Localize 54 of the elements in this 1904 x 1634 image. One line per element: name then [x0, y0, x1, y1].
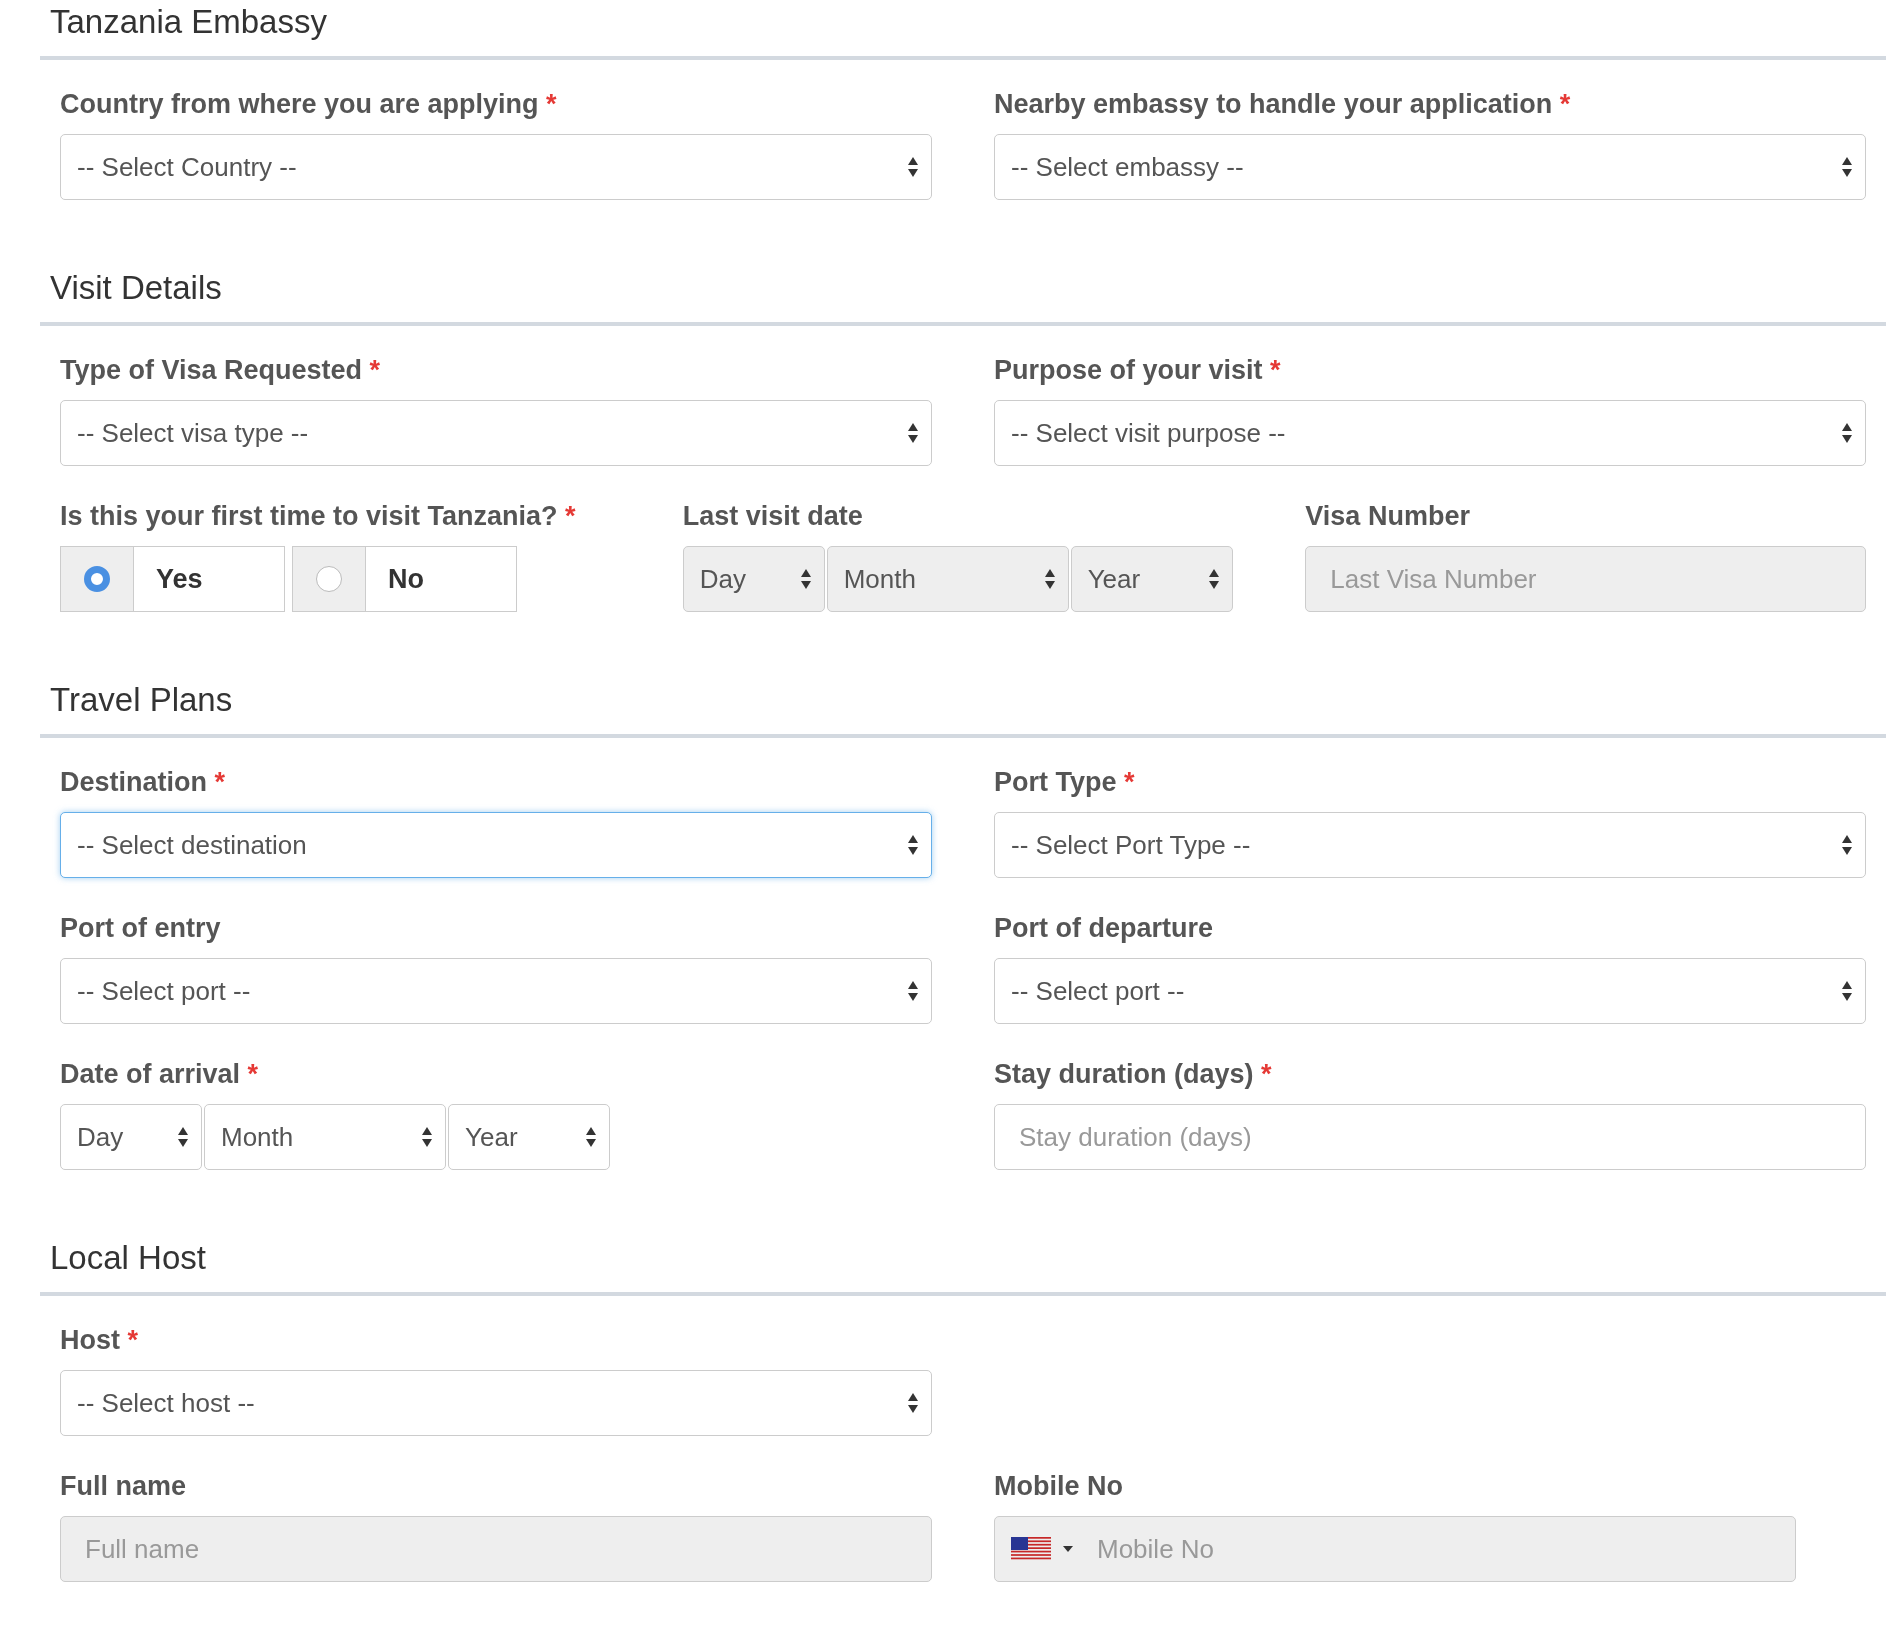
field-label: Country from where you are applying * [60, 88, 558, 120]
up-down-arrows-icon [799, 567, 812, 591]
up-down-arrows-icon [421, 1125, 433, 1149]
select-field[interactable]: -- Select Country -- [60, 134, 932, 200]
up-down-arrows-icon [907, 833, 919, 857]
section-title: Visit Details [49, 268, 223, 308]
radio-option[interactable]: No [292, 546, 517, 612]
up-down-arrows-icon [907, 979, 919, 1003]
radio-option[interactable]: Yes [60, 546, 285, 612]
select-field[interactable]: Day [60, 1104, 202, 1170]
section-title: Travel Plans [49, 680, 234, 720]
up-down-arrows-icon [907, 1391, 919, 1415]
field-label: Is this your first time to visit Tanzania? * [60, 500, 577, 532]
up-down-arrows-icon [1841, 979, 1853, 1003]
up-down-arrows-icon [177, 1125, 189, 1149]
select-field[interactable]: -- Select port -- [60, 958, 932, 1024]
section-title: Tanzania Embassy [49, 2, 328, 42]
select-field[interactable]: -- Select port -- [994, 958, 1866, 1024]
flag-icon [1011, 1537, 1051, 1561]
caret-icon [1063, 1546, 1073, 1552]
field-label: Port of entry [60, 912, 222, 944]
up-down-arrows-icon [1841, 155, 1853, 179]
field-label: Host * [60, 1324, 140, 1356]
radio-icon[interactable] [84, 566, 110, 592]
up-down-arrows-icon [1207, 567, 1220, 591]
field-label: Mobile No [994, 1470, 1124, 1502]
select-field[interactable]: -- Select embassy -- [994, 134, 1866, 200]
field-label: Stay duration (days) * [994, 1058, 1273, 1090]
input-field[interactable]: Stay duration (days) [994, 1104, 1866, 1170]
field-label: Visa Number [1305, 500, 1471, 532]
select-field[interactable]: -- Select destination [60, 812, 932, 878]
field-label: Type of Visa Requested * [60, 354, 382, 386]
field-label: Date of arrival * [60, 1058, 260, 1090]
select-field[interactable]: -- Select visa type -- [60, 400, 932, 466]
up-down-arrows-icon [1841, 833, 1853, 857]
field-label: Full name [60, 1470, 188, 1502]
field-label: Last visit date [682, 500, 864, 532]
select-field[interactable]: -- Select Port Type -- [994, 812, 1866, 878]
up-down-arrows-icon [907, 155, 919, 179]
up-down-arrows-icon [907, 421, 919, 445]
select-field[interactable]: -- Select visit purpose -- [994, 400, 1866, 466]
up-down-arrows-icon [1043, 567, 1056, 591]
section-title: Local Host [49, 1238, 207, 1278]
up-down-arrows-icon [585, 1125, 597, 1149]
radio-icon[interactable] [316, 566, 342, 592]
select-field[interactable]: -- Select host -- [60, 1370, 932, 1436]
select-field[interactable]: Year [448, 1104, 610, 1170]
field-label: Port Type * [994, 766, 1136, 798]
select-field[interactable]: Month [204, 1104, 446, 1170]
field-label: Port of departure [994, 912, 1215, 944]
field-label: Purpose of your visit * [994, 354, 1282, 386]
field-label: Nearby embassy to handle your application * [994, 88, 1572, 120]
field-label: Destination * [60, 766, 227, 798]
up-down-arrows-icon [1841, 421, 1853, 445]
